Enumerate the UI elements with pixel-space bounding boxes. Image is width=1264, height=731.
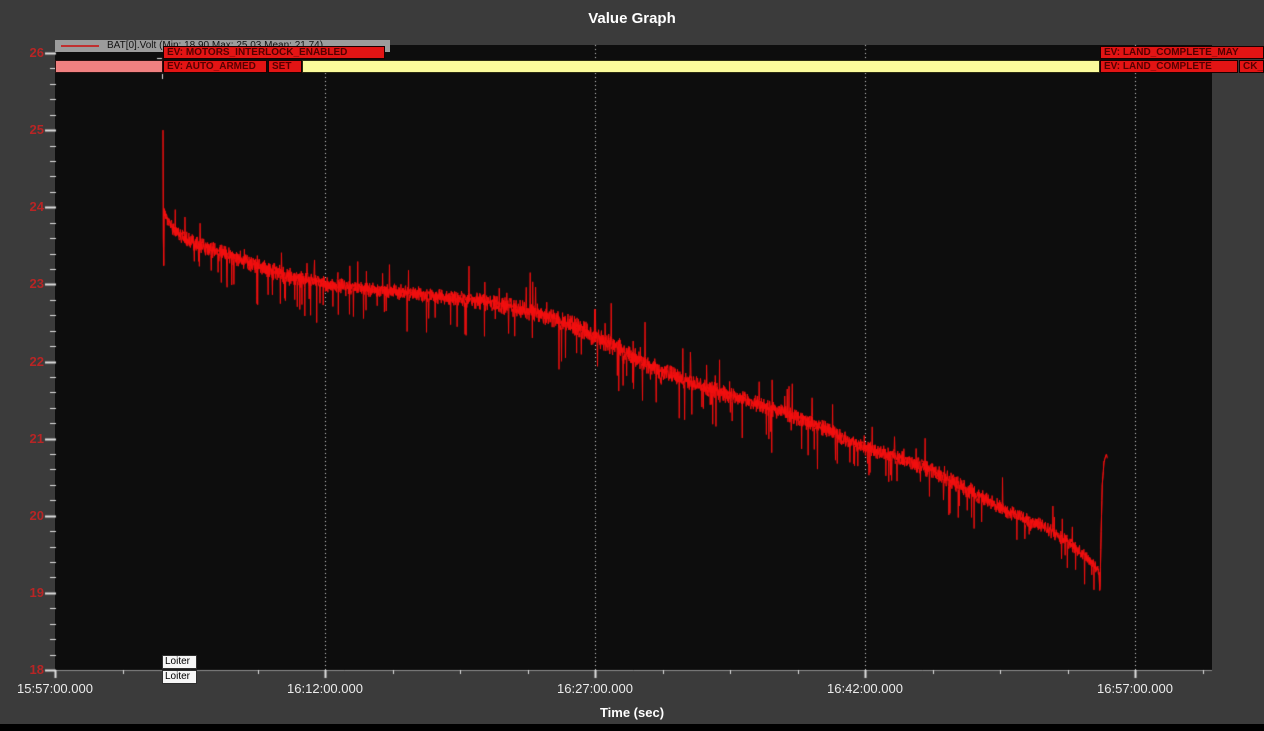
y-tick-label: 22 [8, 354, 44, 369]
prearm-span-bar [55, 60, 163, 73]
event-label-auto-armed: EV: AUTO_ARMED [163, 60, 267, 73]
event-label-motors-interlock-enabled: EV: MOTORS_INTERLOCK_ENABLED [163, 46, 385, 59]
x-tick-label: 16:27:00.000 [545, 681, 645, 696]
y-tick-label: 21 [8, 431, 44, 446]
x-tick-label: 16:12:00.000 [275, 681, 375, 696]
bottom-strip [0, 724, 1264, 731]
armed-span-bar [302, 60, 1100, 73]
legend-series-swatch [61, 45, 99, 47]
flight-mode-label: Loiter [162, 670, 197, 684]
x-axis-title: Time (sec) [0, 705, 1264, 720]
event-label-land-complete-maybe: EV: LAND_COMPLETE_MAY [1100, 46, 1264, 59]
x-tick-label: 16:57:00.000 [1085, 681, 1185, 696]
y-tick-label: 19 [8, 585, 44, 600]
event-label-land-complete: EV: LAND_COMPLETE [1100, 60, 1238, 73]
graph-title: Value Graph [0, 10, 1264, 27]
legend-series-label: BAT[0].Volt [107, 40, 156, 52]
x-tick-label: 15:57:00.000 [5, 681, 105, 696]
event-label-set: SET [268, 60, 302, 73]
flight-mode-label: Loiter [162, 655, 197, 669]
y-tick-label: 25 [8, 122, 44, 137]
y-tick-label: 23 [8, 276, 44, 291]
plot-canvas[interactable] [0, 0, 1264, 731]
y-tick-label: 24 [8, 199, 44, 214]
x-tick-label: 16:42:00.000 [815, 681, 915, 696]
y-tick-label: 20 [8, 508, 44, 523]
event-label-clipped: CK_ [1239, 60, 1264, 73]
y-tick-label: 26 [8, 45, 44, 60]
y-tick-label: 18 [8, 662, 44, 677]
